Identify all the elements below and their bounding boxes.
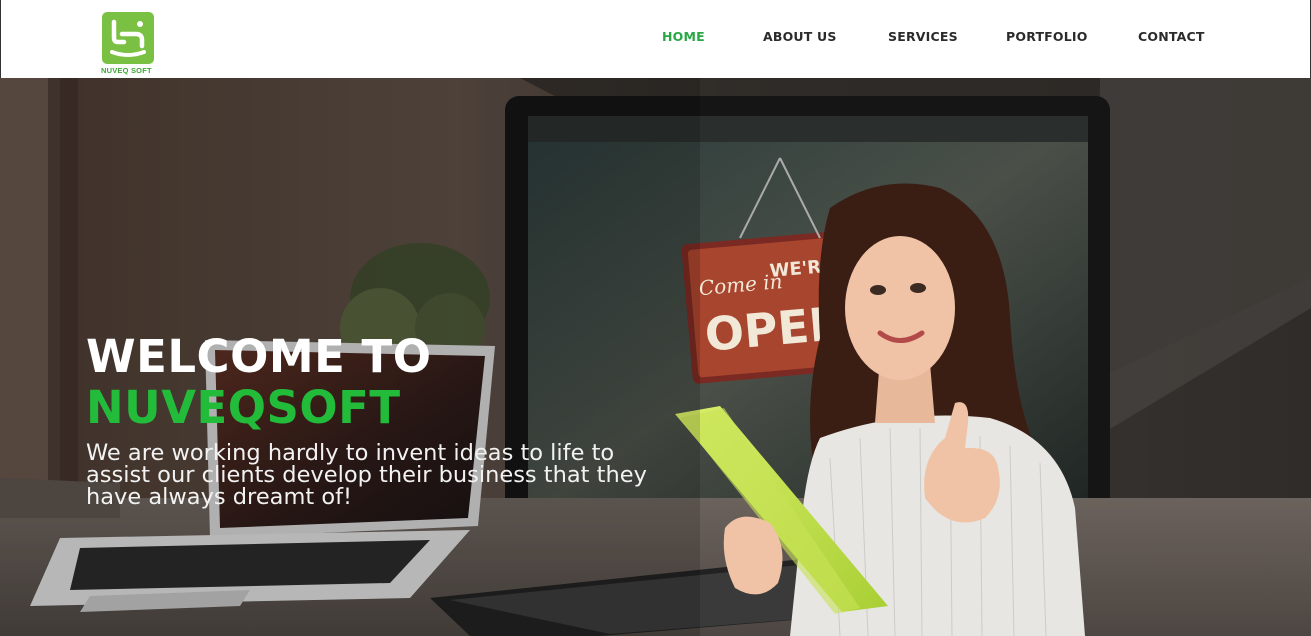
nav-home[interactable]: HOME [662, 29, 705, 44]
nav-portfolio[interactable]: PORTFOLIO [1006, 29, 1088, 44]
hero-title-brand: NUVEQSOFT [86, 381, 401, 434]
nav-contact[interactable]: CONTACT [1138, 29, 1205, 44]
hero-subtitle: We are working hardly to invent ideas to… [86, 440, 647, 510]
nav-about-us[interactable]: ABOUT US [763, 29, 837, 44]
hero-text-block: WELCOME TO NUVEQSOFT We are working hard… [86, 330, 706, 510]
main-nav: HOME ABOUT US SERVICES PORTFOLIO CONTACT [1, 0, 1311, 78]
navbar: NUVEQ SOFT HOME ABOUT US SERVICES PORTFO… [0, 0, 1311, 78]
hero-title: WELCOME TO [86, 330, 432, 383]
nav-services[interactable]: SERVICES [888, 29, 958, 44]
hero-banner: Come in WE'RE OPEN WELCOME TO NUVEQSOFT … [0, 78, 1311, 636]
